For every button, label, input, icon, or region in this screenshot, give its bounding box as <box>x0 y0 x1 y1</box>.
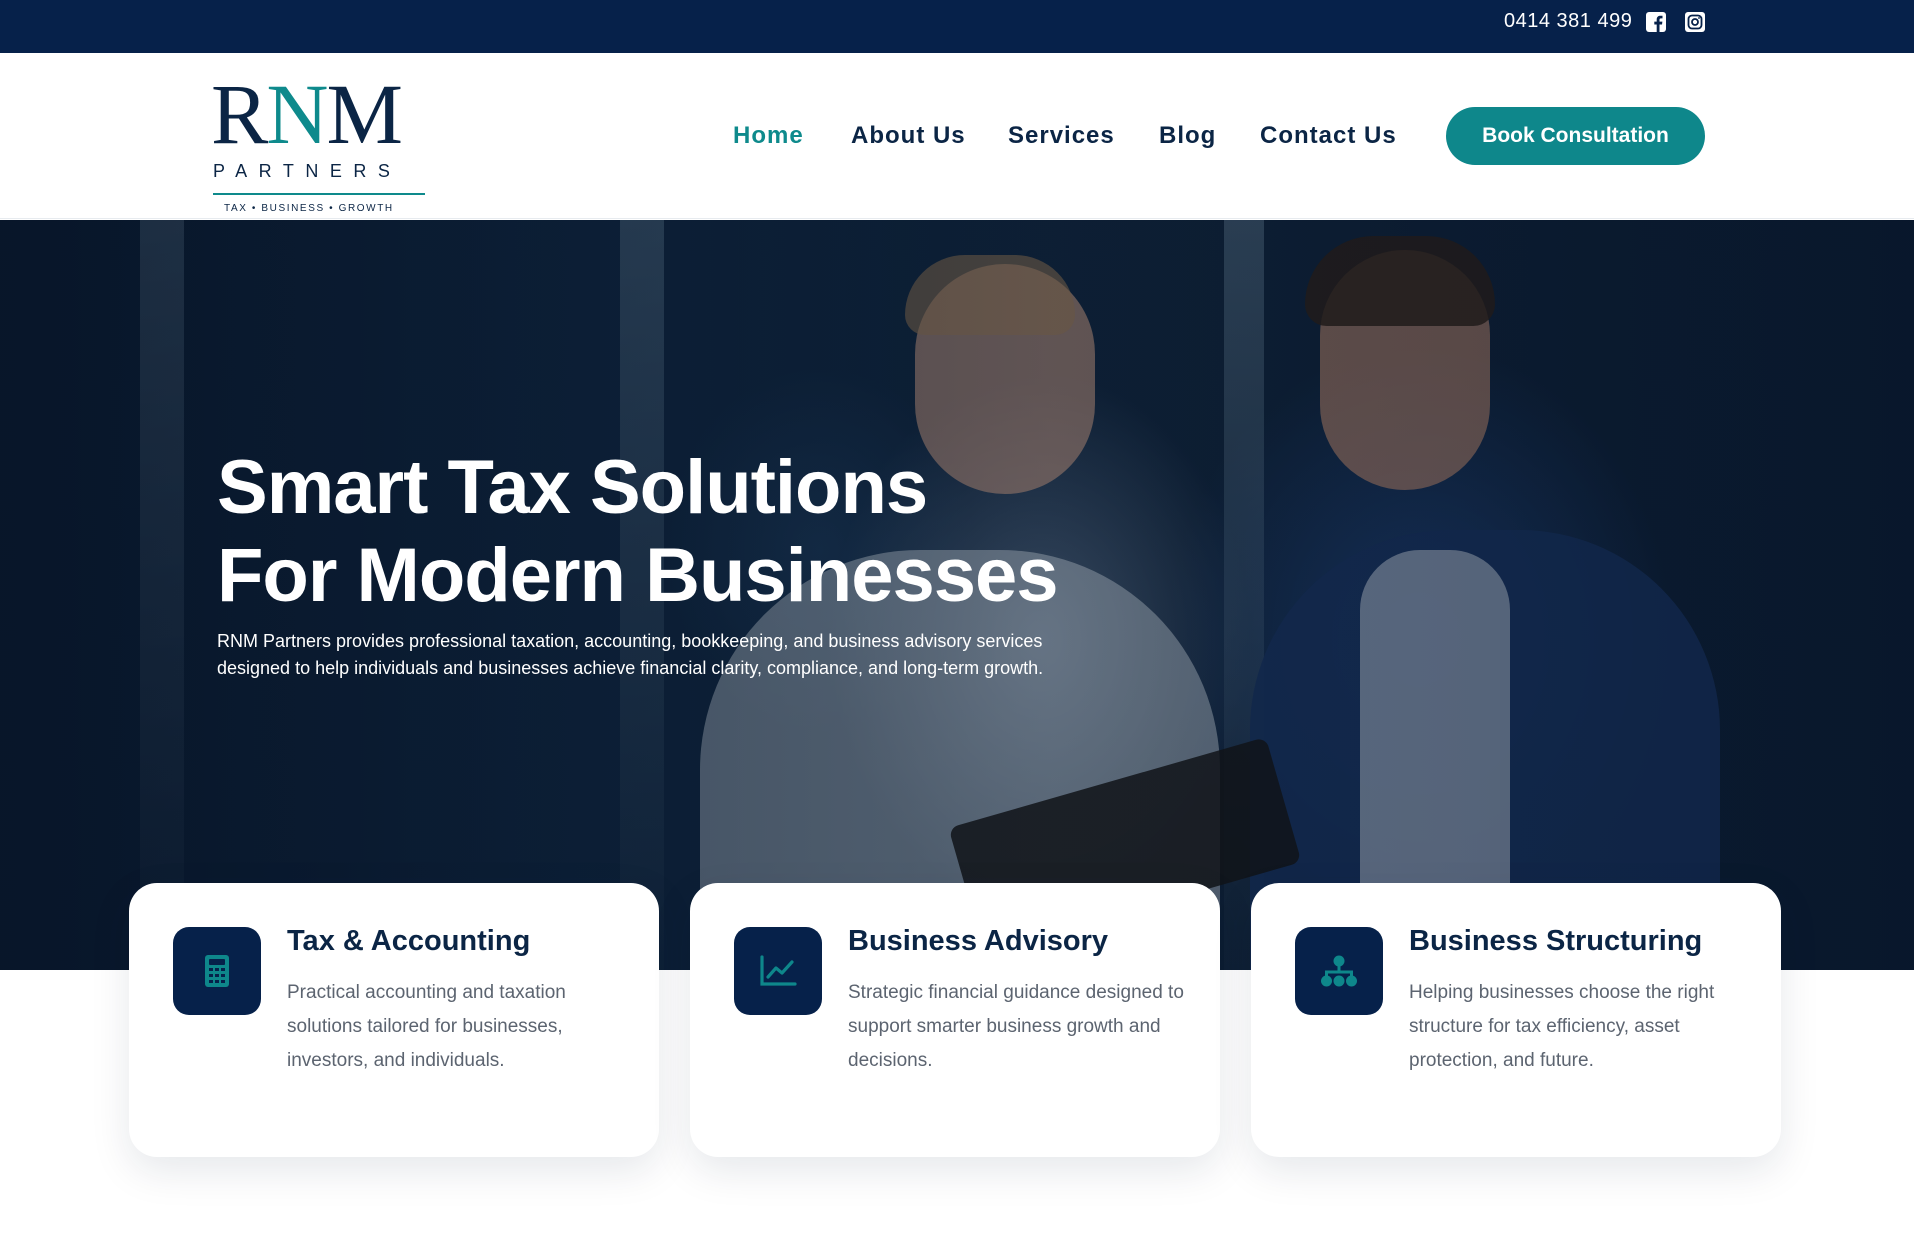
nav-services[interactable]: Services <box>1008 122 1115 150</box>
card-text: Practical accounting and taxation soluti… <box>287 982 566 1071</box>
instagram-icon[interactable] <box>1685 12 1705 32</box>
logo-subtitle: PARTNERS <box>213 161 402 181</box>
phone-number[interactable]: 0414 381 499 <box>1504 10 1632 33</box>
card-title: Business Advisory <box>848 925 1109 957</box>
hero-section: Smart Tax Solutions For Modern Businesse… <box>0 220 1914 970</box>
service-card-business-advisory[interactable]: Business Advisory Strategic financial gu… <box>690 883 1220 1157</box>
service-card-tax-accounting[interactable]: Tax & Accounting Practical accounting an… <box>129 883 659 1157</box>
nav-about-us[interactable]: About Us <box>851 122 966 150</box>
nav-contact-us[interactable]: Contact Us <box>1260 122 1397 150</box>
top-bar: 0414 381 499 <box>0 0 1914 53</box>
hero-title-line-1: Smart Tax Solutions <box>217 445 928 530</box>
line-chart-icon <box>734 927 822 1015</box>
nav-home[interactable]: Home <box>733 122 804 150</box>
nav-blog[interactable]: Blog <box>1159 122 1216 150</box>
logo-divider <box>213 193 425 195</box>
card-text: Strategic financial guidance designed to… <box>848 982 1184 1071</box>
service-card-business-structuring[interactable]: Business Structuring Helping businesses … <box>1251 883 1781 1157</box>
hero-description: RNM Partners provides professional taxat… <box>217 631 1044 678</box>
book-consultation-button[interactable]: Book Consultation <box>1446 107 1705 165</box>
hero-title: Smart Tax Solutions For Modern Businesse… <box>217 444 1217 620</box>
logo-tagline: TAX • BUSINESS • GROWTH <box>224 203 394 214</box>
card-text: Helping businesses choose the right stru… <box>1409 982 1715 1071</box>
card-title: Business Structuring <box>1409 925 1703 957</box>
hero-title-line-2: For Modern Businesses <box>217 533 1059 618</box>
facebook-icon[interactable] <box>1646 12 1666 32</box>
org-chart-icon <box>1295 927 1383 1015</box>
calculator-icon <box>173 927 261 1015</box>
card-title: Tax & Accounting <box>287 925 531 957</box>
